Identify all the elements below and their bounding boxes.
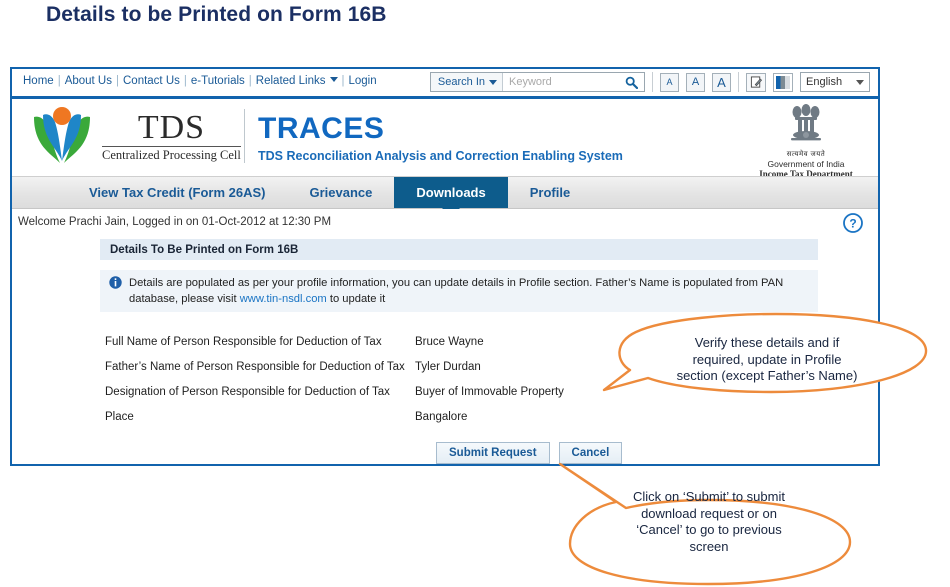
nav-link-login[interactable]: Login — [347, 75, 377, 87]
page-title: Details to be Printed on Form 16B — [46, 3, 387, 26]
info-icon — [109, 276, 122, 289]
content-panel: Details To Be Printed on Form 16B Detail… — [12, 238, 878, 464]
link-separator: | — [248, 75, 252, 87]
search-input[interactable]: Keyword — [503, 76, 621, 88]
field-row: Place Bangalore — [105, 411, 805, 436]
field-label-place: Place — [105, 411, 134, 423]
search-icon[interactable] — [621, 73, 644, 91]
utility-controls: Search In Keyword A A A English — [429, 72, 870, 92]
svg-text:?: ? — [849, 216, 856, 230]
callout-line: screen — [689, 538, 729, 554]
language-select[interactable]: English — [800, 72, 870, 92]
india-national-emblem-icon — [744, 101, 868, 149]
info-text-after-link: to update it — [326, 293, 386, 306]
font-size-medium-button[interactable]: A — [686, 72, 705, 92]
emblem-government-line: Government of India — [767, 159, 845, 169]
field-value-fathers-name: Tyler Durdan — [415, 361, 481, 373]
traces-subtitle: TDS Reconciliation Analysis and Correcti… — [258, 148, 623, 163]
info-banner: Details are populated as per your profil… — [100, 270, 818, 313]
field-row: Father’s Name of Person Responsible for … — [105, 361, 805, 386]
welcome-message: Welcome Prachi Jain, Logged in on 01-Oct… — [18, 216, 332, 228]
cancel-button[interactable]: Cancel — [558, 442, 623, 464]
font-size-large-button[interactable]: A — [712, 72, 731, 92]
nav-link-about-us[interactable]: About Us — [64, 75, 113, 87]
brand-divider — [244, 109, 245, 163]
tds-rule — [102, 146, 241, 148]
section-header: Details To Be Printed on Form 16B — [100, 239, 818, 260]
link-separator: | — [57, 75, 61, 87]
tab-grievance[interactable]: Grievance — [288, 177, 395, 208]
submit-request-button[interactable]: Submit Request — [436, 442, 550, 464]
government-emblem-block: सत्यमेव जयते Government of India Income … — [744, 101, 868, 179]
info-banner-text: Details are populated as per your profil… — [129, 275, 810, 307]
utility-links: Home | About Us | Contact Us | e-Tutorials | Rel… — [22, 75, 378, 87]
field-value-place: Bangalore — [415, 411, 468, 423]
link-separator: | — [116, 75, 119, 87]
tds-subtitle: Centralized Processing Cell — [102, 148, 241, 163]
nav-link-related-links[interactable]: Related Links — [255, 75, 327, 87]
nav-link-contact-us[interactable]: Contact Us — [122, 75, 181, 87]
link-separator: | — [183, 75, 187, 87]
font-size-small-button[interactable]: A — [660, 72, 679, 92]
chevron-down-icon — [856, 79, 864, 85]
screen-reader-icon[interactable] — [746, 72, 766, 92]
main-navigation-tabs: View Tax Credit (Form 26AS) Grievance Do… — [12, 176, 878, 209]
field-value-full-name: Bruce Wayne — [415, 336, 484, 348]
tds-brand: TDS Centralized Processing Cell — [30, 105, 241, 170]
search-box[interactable]: Search In Keyword — [429, 72, 645, 92]
search-scope-label: Search In — [437, 76, 485, 88]
traces-brand: TRACES TDS Reconciliation Analysis and C… — [258, 113, 623, 163]
callout-submit-cancel-text: Click on ‘Submit’ to submit download req… — [590, 489, 828, 556]
field-label-full-name: Full Name of Person Responsible for Dedu… — [105, 336, 382, 348]
help-question-icon[interactable]: ? — [842, 212, 864, 234]
details-field-list: Full Name of Person Responsible for Dedu… — [105, 336, 805, 436]
field-label-fathers-name: Father’s Name of Person Responsible for … — [105, 361, 405, 373]
high-contrast-icon[interactable] — [773, 72, 793, 92]
language-selected-value: English — [806, 76, 843, 88]
tds-cpc-logo — [30, 105, 94, 170]
chevron-down-icon — [489, 79, 497, 85]
traces-title: TRACES — [258, 112, 385, 145]
field-row: Full Name of Person Responsible for Dedu… — [105, 336, 805, 361]
contrast-swatch — [776, 75, 790, 89]
field-label-designation: Designation of Person Responsible for De… — [105, 386, 390, 398]
callout-line: ‘Cancel’ to go to previous — [636, 522, 782, 538]
toolbar-divider — [738, 72, 739, 92]
utility-bar: Home | About Us | Contact Us | e-Tutorials | Rel… — [12, 69, 878, 99]
callout-submit-cancel: Click on ‘Submit’ to submit download req… — [528, 462, 888, 587]
tin-nsdl-link[interactable]: www.tin-nsdl.com — [240, 293, 327, 305]
callout-line: Click on ‘Submit’ to submit — [633, 489, 785, 504]
field-value-designation: Buyer of Immovable Property — [415, 386, 564, 398]
info-text-before-link: Details are populated as per your profil… — [129, 277, 784, 306]
form-actions: Submit Request Cancel — [436, 442, 623, 464]
tab-profile[interactable]: Profile — [508, 177, 592, 208]
nav-link-home[interactable]: Home — [22, 75, 55, 87]
nav-link-e-tutorials[interactable]: e-Tutorials — [190, 75, 246, 87]
tds-wordmark: TDS Centralized Processing Cell — [102, 108, 241, 163]
callout-line: download request or on — [641, 505, 777, 521]
tab-downloads[interactable]: Downloads — [394, 177, 508, 208]
session-bar: Welcome Prachi Jain, Logged in on 01-Oct… — [12, 209, 878, 238]
emblem-hindi-text: सत्यमेव जयते — [786, 151, 826, 158]
toolbar-divider — [652, 72, 653, 92]
tab-view-tax-credit[interactable]: View Tax Credit (Form 26AS) — [67, 177, 288, 208]
browser-page-frame: Home | About Us | Contact Us | e-Tutorials | Rel… — [10, 67, 880, 466]
search-scope-dropdown[interactable]: Search In — [430, 73, 503, 91]
tds-word: TDS — [137, 108, 206, 146]
brand-header: TDS Centralized Processing Cell TRACES T… — [12, 99, 878, 179]
field-row: Designation of Person Responsible for De… — [105, 386, 805, 411]
callout-submit-cancel-shape — [558, 462, 852, 586]
